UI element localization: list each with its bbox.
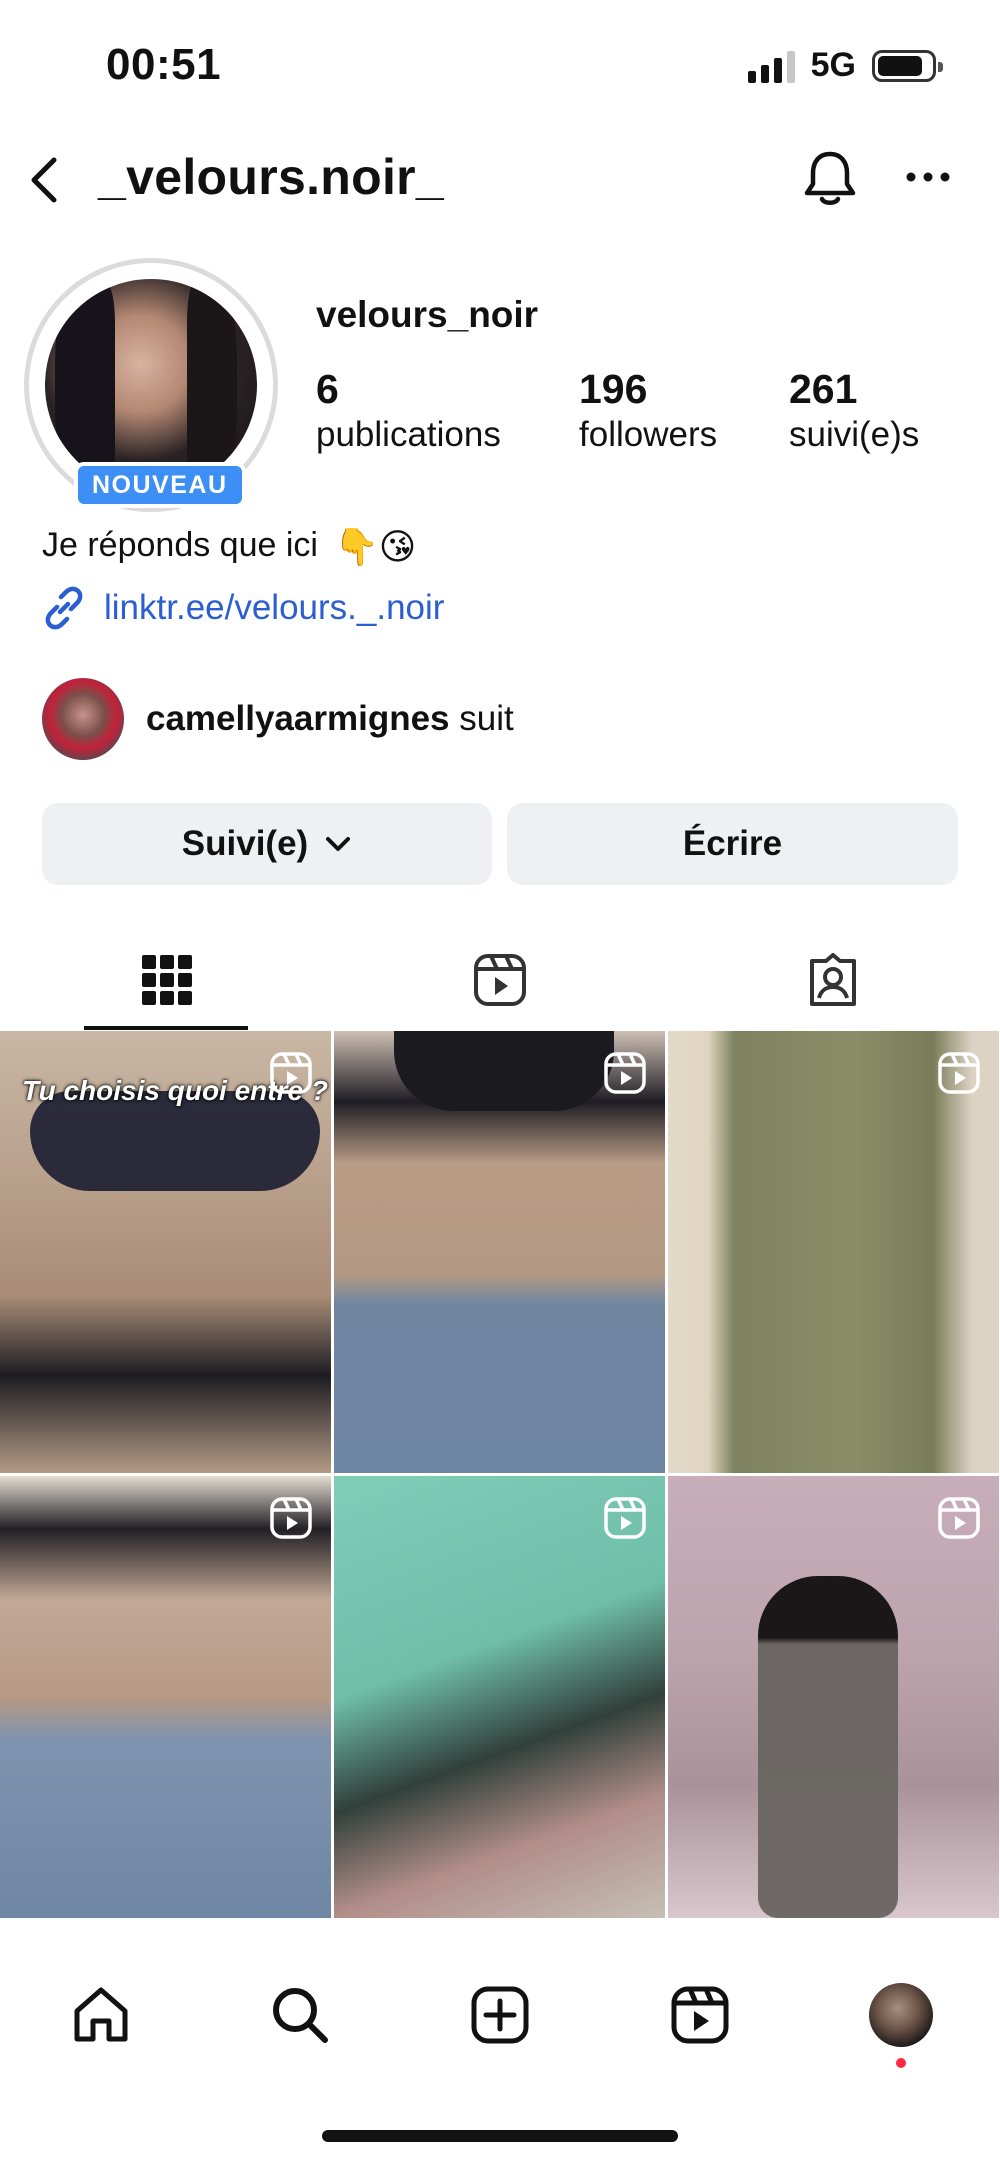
- link-text[interactable]: linktr.ee/velours._.noir: [104, 588, 444, 628]
- create-icon: [471, 1986, 529, 2044]
- reel-badge-icon: [604, 1052, 646, 1094]
- reel-badge-icon: [938, 1052, 980, 1094]
- mutual-avatar: [42, 678, 124, 760]
- posts-grid: Tu choisis quoi entre ?: [0, 1031, 1000, 1918]
- mutual-suffix: suit: [459, 699, 514, 738]
- post-tile[interactable]: [334, 1476, 665, 1918]
- post-tile[interactable]: Tu choisis quoi entre ?: [0, 1031, 331, 1473]
- reel-badge-icon: [270, 1052, 312, 1094]
- reel-badge-icon: [938, 1497, 980, 1539]
- stat-value: 196: [579, 366, 648, 412]
- nav-reels[interactable]: [665, 1980, 735, 2050]
- avatar-image: [45, 279, 257, 491]
- nav-profile[interactable]: [866, 1980, 936, 2050]
- search-icon: [273, 1988, 328, 2043]
- status-indicators: 5G: [747, 46, 943, 85]
- grid-icon: [141, 955, 192, 1005]
- stat-value: 6: [316, 366, 339, 412]
- tab-tagged[interactable]: [666, 930, 999, 1030]
- bio-text: Je réponds que ici: [42, 526, 318, 564]
- new-badge: NOUVEAU: [74, 462, 246, 508]
- bottom-nav: [0, 1950, 1000, 2080]
- stat-label: suivi(e)s: [789, 415, 920, 454]
- profile-header: _velours.noir_: [0, 140, 1000, 220]
- reel-badge-icon: [270, 1497, 312, 1539]
- nav-home[interactable]: [66, 1980, 136, 2050]
- link-icon: [45, 586, 83, 630]
- bio: Je réponds que ici 👇😘: [42, 526, 416, 568]
- home-icon: [74, 1987, 128, 2042]
- following-label: Suivi(e): [181, 824, 309, 863]
- nav-create[interactable]: [465, 1980, 535, 2050]
- message-label: Écrire: [682, 824, 783, 863]
- reel-badge-icon: [604, 1497, 646, 1539]
- status-time: 00:51: [106, 40, 222, 89]
- battery-icon: [872, 49, 943, 82]
- stat-publications[interactable]: 6 publications: [316, 366, 501, 458]
- post-tile[interactable]: [0, 1476, 331, 1918]
- mutual-followers[interactable]: camellyaarmignes suit: [42, 678, 514, 760]
- following-button[interactable]: Suivi(e): [42, 803, 492, 885]
- profile-tabs: [0, 930, 1000, 1030]
- active-tab-indicator: [84, 1026, 248, 1030]
- signal-icon: [747, 49, 795, 83]
- mutual-text: camellyaarmignes suit: [146, 699, 514, 739]
- home-indicator[interactable]: [322, 2130, 678, 2142]
- post-tile[interactable]: [668, 1476, 999, 1918]
- chevron-down-icon: [326, 837, 351, 851]
- status-bar: 00:51 5G: [0, 0, 1000, 130]
- tagged-icon: [809, 953, 856, 1006]
- more-options-icon[interactable]: [904, 162, 952, 192]
- bio-emojis: 👇😘: [333, 527, 417, 569]
- bio-link[interactable]: linktr.ee/velours._.noir: [40, 584, 444, 632]
- back-arrow-icon[interactable]: [22, 152, 70, 208]
- message-button[interactable]: Écrire: [507, 803, 958, 885]
- stat-label: followers: [579, 415, 718, 454]
- nav-search[interactable]: [265, 1980, 335, 2050]
- bell-icon[interactable]: [800, 146, 860, 210]
- tab-grid[interactable]: [0, 930, 333, 1030]
- post-tile[interactable]: [668, 1031, 999, 1473]
- network-label: 5G: [810, 46, 856, 84]
- notification-dot: [896, 2058, 906, 2068]
- display-name: velours_noir: [316, 294, 539, 335]
- profile-avatar-icon: [869, 1983, 933, 2047]
- post-tile[interactable]: [334, 1031, 665, 1473]
- stat-following[interactable]: 261 suivi(e)s: [789, 366, 919, 458]
- stat-label: publications: [316, 415, 501, 454]
- tab-reels[interactable]: [333, 930, 666, 1030]
- page-title: _velours.noir_: [98, 149, 444, 205]
- mutual-name: camellyaarmignes: [146, 699, 450, 738]
- stat-value: 261: [789, 366, 858, 412]
- reels-icon: [671, 1986, 729, 2044]
- stat-followers[interactable]: 196 followers: [579, 366, 717, 458]
- reels-icon: [473, 954, 526, 1006]
